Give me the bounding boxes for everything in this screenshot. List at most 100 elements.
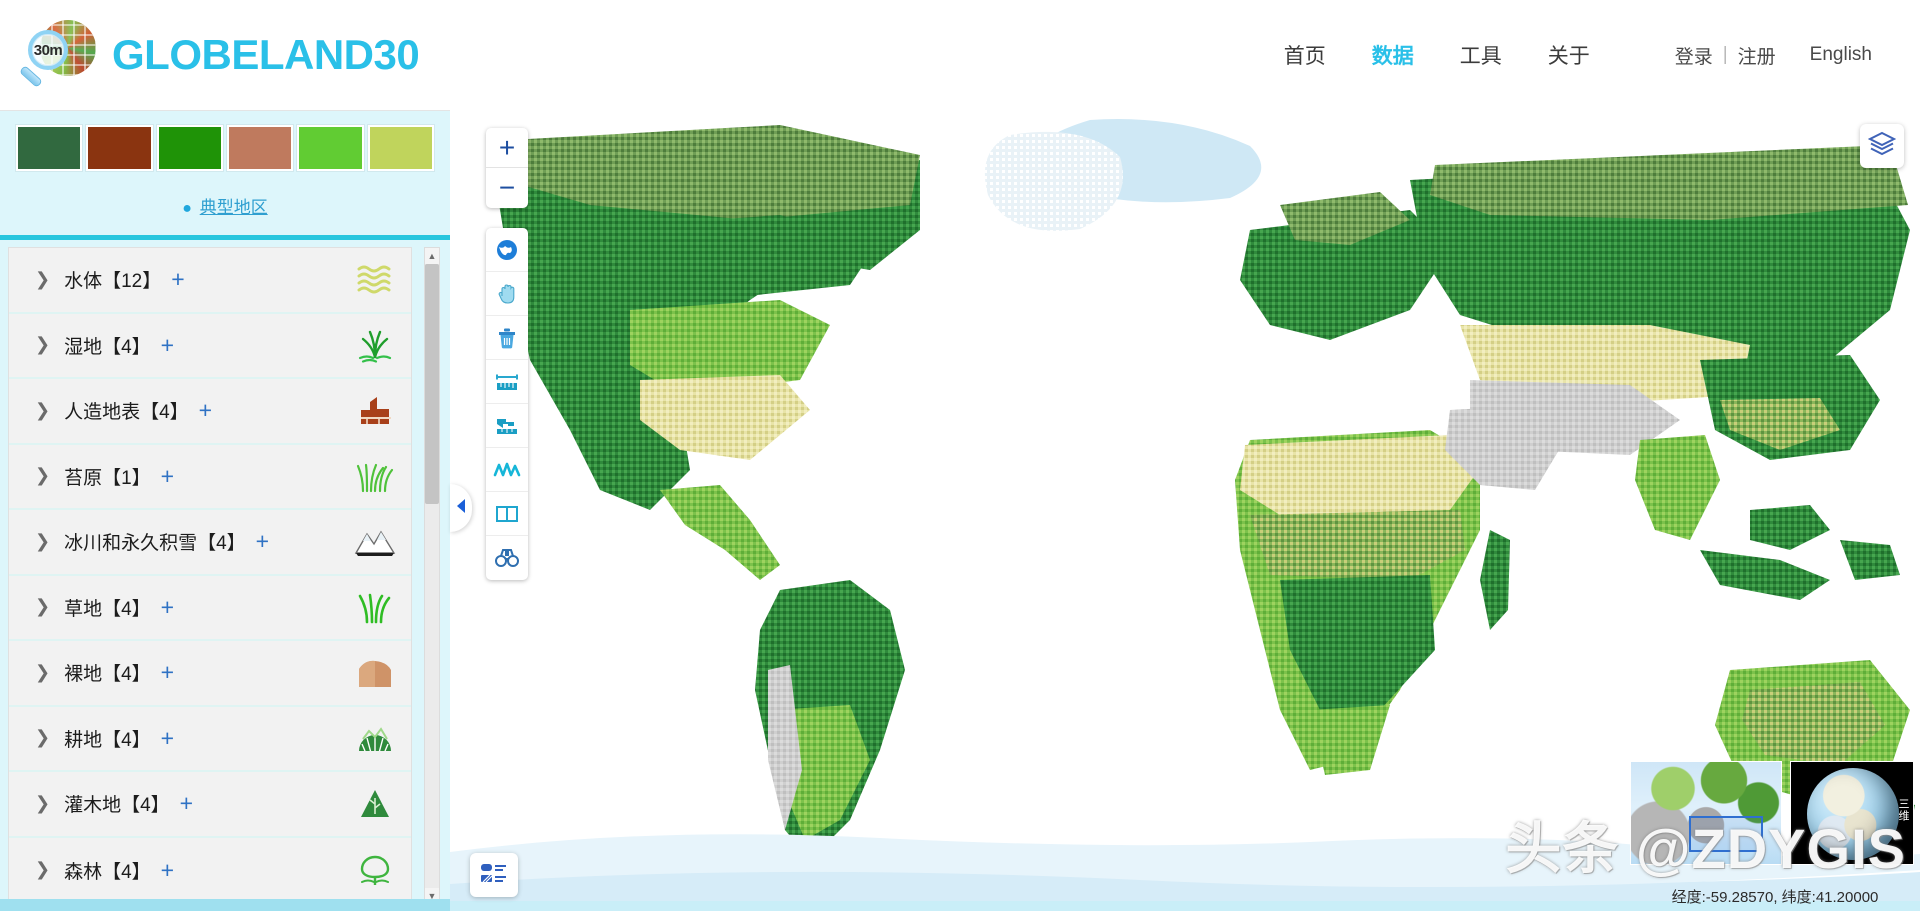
chevron-right-icon[interactable]: ❯ (35, 729, 50, 747)
grassland-icon (353, 585, 397, 629)
category-row-forest[interactable]: ❯ 森林【4】 + (9, 837, 411, 903)
swatch-bareland-tan[interactable] (226, 125, 294, 171)
category-row-glacier-snow[interactable]: ❯ 冰川和永久积雪【4】 + (9, 510, 411, 576)
auth-navigation: 登录 | 注册 English (1675, 42, 1872, 69)
category-add-tundra-button[interactable]: + (161, 464, 174, 488)
swatch-cropland-green[interactable] (156, 125, 223, 171)
shrub-tree-icon (353, 782, 397, 826)
category-row-artificial-surface[interactable]: ❯ 人造地表【4】 + (9, 379, 411, 445)
logo-badge-label: 30m (33, 41, 63, 59)
water-waves-icon (353, 258, 397, 302)
category-add-grassland-button[interactable]: + (161, 595, 174, 619)
auth-separator: | (1722, 44, 1728, 65)
category-row-shrubland[interactable]: ❯ 灌木地【4】 + (9, 772, 411, 838)
globeland30-logo-icon: 30m (18, 18, 98, 92)
category-add-artificial-surface-button[interactable]: + (199, 399, 212, 422)
chevron-right-icon[interactable]: ❯ (35, 794, 50, 813)
chevron-right-icon[interactable]: ❯ (35, 270, 50, 289)
category-add-bareland-button[interactable]: + (161, 661, 174, 684)
main-navigation: 首页 数据 工具 关于 (1261, 36, 1613, 74)
site-header: 30m GLOBELAND30 首页 数据 工具 关于 登录 | 注册 Engl… (0, 0, 1920, 110)
category-row-cropland[interactable]: ❯ 耕地【4】 + (9, 706, 411, 772)
data-sidebar: ● 典型地区 ❯ 水体【12】 + ❯ 湿地【4】 + ❯ 人造地表【4】 + … (0, 110, 450, 911)
wetland-reed-icon (353, 323, 397, 367)
category-label-artificial-surface: 人造地表【4】 (64, 402, 189, 424)
swatch-artificial-brown[interactable] (86, 125, 153, 171)
category-label-cropland: 耕地【4】 (64, 729, 151, 751)
map-viewport[interactable]: + − 三维 经度:-59.28570, 纬度:41.20000 头条 @ZDY… (450, 110, 1920, 911)
category-row-bareland[interactable]: ❯ 裸地【4】 + (9, 641, 411, 707)
globe-home-icon[interactable] (486, 228, 528, 272)
typical-region-link-wrap[interactable]: ● 典型地区 (0, 193, 450, 218)
measure-distance-icon[interactable] (486, 360, 528, 404)
swatch-shrub-yellow-green[interactable] (367, 125, 434, 171)
sidebar-bottom-strip (0, 899, 450, 911)
category-row-tundra[interactable]: ❯ 苔原【1】 + (9, 444, 411, 510)
nav-item-home[interactable]: 首页 (1282, 36, 1328, 74)
cropland-field-icon (353, 716, 397, 760)
zoom-control[interactable]: + − (486, 128, 528, 208)
category-add-shrubland-button[interactable]: + (180, 792, 193, 815)
legend-list-icon (479, 860, 509, 891)
overview-viewport-box[interactable] (1689, 816, 1763, 852)
bareland-icon (353, 651, 397, 695)
artificial-surface-icon (353, 389, 397, 433)
category-label-glacier-snow: 冰川和永久积雪【4】 (64, 533, 246, 555)
category-list: ❯ 水体【12】 + ❯ 湿地【4】 + ❯ 人造地表【4】 + ❯ 苔原【1】… (8, 247, 412, 905)
category-label-grassland: 草地【4】 (64, 598, 151, 620)
legend-button[interactable] (470, 853, 518, 897)
nav-item-about[interactable]: 关于 (1546, 36, 1592, 74)
chevron-right-icon[interactable]: ❯ (35, 467, 50, 485)
swatch-grassland-light-green[interactable] (297, 125, 364, 171)
overview-map[interactable] (1630, 761, 1782, 865)
pan-hand-icon[interactable] (486, 272, 528, 316)
register-link[interactable]: 注册 (1738, 42, 1776, 69)
split-compare-icon[interactable] (486, 492, 528, 536)
layers-stack-icon (1867, 131, 1897, 162)
nav-item-tools[interactable]: 工具 (1458, 36, 1504, 74)
category-row-water[interactable]: ❯ 水体【12】 + (9, 248, 411, 314)
category-add-glacier-snow-button[interactable]: + (256, 530, 269, 553)
overview-panel[interactable]: 三维 经度:-59.28570, 纬度:41.20000 (1630, 761, 1920, 911)
category-label-forest: 森林【4】 (64, 861, 151, 883)
sidebar-divider (0, 235, 450, 240)
glacier-snow-icon (353, 520, 397, 564)
zoom-out-button[interactable]: − (486, 168, 528, 208)
zoom-in-button[interactable]: + (486, 128, 528, 168)
login-link[interactable]: 登录 (1675, 42, 1713, 69)
scrollbar-thumb[interactable] (425, 264, 439, 504)
chevron-right-icon[interactable]: ❯ (35, 598, 50, 616)
category-row-wetland[interactable]: ❯ 湿地【4】 + (9, 313, 411, 379)
coordinate-readout: 经度:-59.28570, 纬度:41.20000 (1671, 889, 1879, 906)
binoculars-search-icon[interactable] (486, 536, 528, 580)
category-row-grassland[interactable]: ❯ 草地【4】 + (9, 575, 411, 641)
sidebar-scrollbar[interactable]: ▲ ▼ (424, 247, 440, 905)
site-logo[interactable]: 30m GLOBELAND30 (18, 18, 420, 92)
category-add-water-button[interactable]: + (171, 268, 184, 291)
chevron-left-icon (455, 498, 467, 519)
scroll-up-button[interactable]: ▲ (425, 248, 439, 264)
swatch-forest-dark-green[interactable] (16, 125, 83, 171)
nav-item-data[interactable]: 数据 (1370, 36, 1416, 74)
measure-area-icon[interactable] (486, 404, 528, 448)
category-label-wetland: 湿地【4】 (64, 336, 151, 358)
category-add-cropland-button[interactable]: + (161, 726, 174, 750)
chevron-right-icon[interactable]: ❯ (35, 532, 50, 551)
chevron-right-icon[interactable]: ❯ (35, 401, 50, 420)
chevron-right-icon[interactable]: ❯ (35, 861, 50, 879)
overview-globe-label: 三维 (1897, 798, 1909, 822)
legend-swatch-row (0, 111, 450, 171)
chevron-right-icon[interactable]: ❯ (35, 336, 50, 354)
category-label-bareland: 裸地【4】 (64, 664, 151, 686)
language-switch-link[interactable]: English (1810, 44, 1872, 66)
typical-region-label[interactable]: 典型地区 (200, 198, 268, 217)
category-add-forest-button[interactable]: + (161, 858, 174, 882)
terrain-profile-icon[interactable] (486, 448, 528, 492)
chevron-right-icon[interactable]: ❯ (35, 663, 50, 682)
category-add-wetland-button[interactable]: + (161, 333, 174, 357)
layers-button[interactable] (1860, 124, 1904, 168)
map-pin-icon: ● (182, 200, 192, 217)
map-tool-strip[interactable] (486, 228, 528, 580)
trash-clear-icon[interactable] (486, 316, 528, 360)
overview-globe-3d[interactable]: 三维 (1790, 761, 1914, 865)
